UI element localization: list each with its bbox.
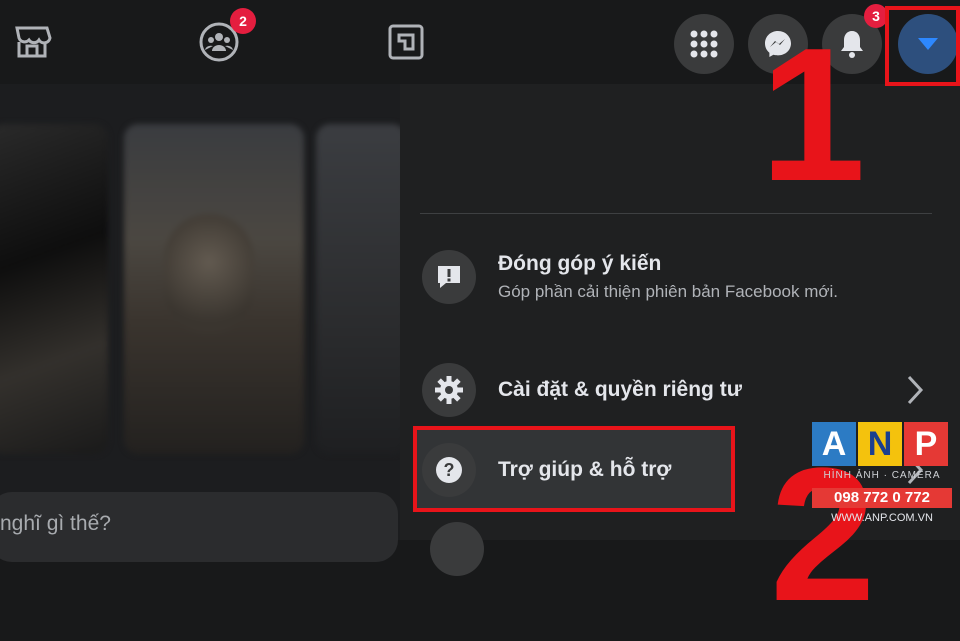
annotation-box-account — [885, 6, 960, 86]
watermark-letter-p: P — [904, 422, 948, 466]
story-card[interactable] — [316, 124, 406, 454]
gaming-icon[interactable] — [384, 20, 428, 64]
feedback-icon — [422, 250, 476, 304]
settings-title: Cài đặt & quyền riêng tư — [498, 378, 742, 401]
watermark-letter-a: A — [812, 422, 856, 466]
feedback-subtitle: Góp phần cải thiện phiên bản Facebook mớ… — [498, 282, 839, 301]
marketplace-icon[interactable] — [10, 20, 54, 64]
grid-icon — [690, 30, 718, 58]
news-feed: nghĩ gì thế? — [0, 84, 406, 562]
story-card[interactable] — [124, 124, 304, 454]
display-icon — [430, 522, 484, 576]
menu-item-settings-privacy[interactable]: Cài đặt & quyền riêng tư — [414, 362, 934, 418]
watermark-letter-n: N — [858, 422, 902, 466]
compose-placeholder[interactable]: nghĩ gì thế? — [0, 512, 111, 536]
anp-watermark-logo: A N P HÌNH ẢNH · CAMERA 098 772 0 772 WW… — [812, 422, 952, 534]
menu-grid-button[interactable] — [674, 14, 734, 74]
watermark-phone: 098 772 0 772 — [812, 488, 952, 508]
gear-icon — [422, 363, 476, 417]
groups-badge: 2 — [230, 8, 256, 34]
watermark-tagline: HÌNH ẢNH · CAMERA — [823, 470, 941, 481]
feedback-title: Đóng góp ý kiến — [498, 252, 662, 275]
annotation-box-help — [413, 426, 735, 512]
menu-item-feedback[interactable]: Đóng góp ý kiến Góp phần cải thiện phiên… — [414, 250, 934, 304]
chevron-right-icon — [907, 375, 924, 405]
annotation-step-1: 1 — [760, 9, 866, 221]
watermark-url: WWW.ANP.COM.VN — [831, 512, 933, 524]
story-card[interactable] — [0, 124, 108, 454]
